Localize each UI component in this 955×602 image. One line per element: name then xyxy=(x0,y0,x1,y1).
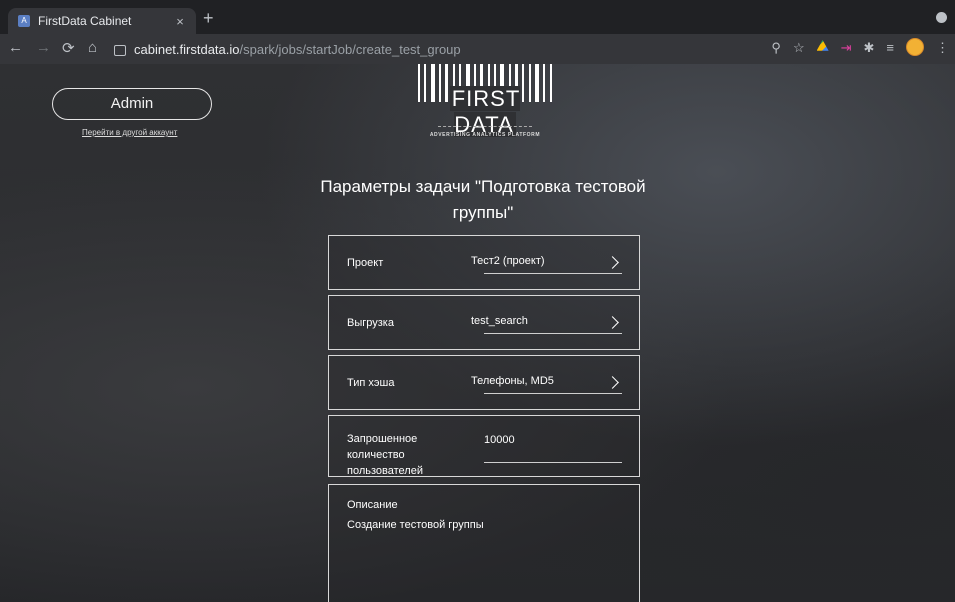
profile-avatar-icon[interactable] xyxy=(906,38,924,56)
description-label: Описание xyxy=(347,499,398,511)
hash-type-select[interactable]: Тип хэша Телефоны, MD5 xyxy=(328,355,640,410)
logo-divider xyxy=(438,126,532,127)
field-underline xyxy=(484,462,622,463)
google-drive-extension-icon[interactable] xyxy=(816,40,829,51)
requested-users-field: Запрошенное количество пользователей 100… xyxy=(328,415,640,477)
back-icon[interactable]: ← xyxy=(8,39,23,56)
home-icon[interactable]: ⌂ xyxy=(88,39,97,56)
url-host: cabinet.firstdata.io xyxy=(134,41,240,57)
account-button[interactable]: Admin xyxy=(52,88,212,120)
field-label: Запрошенное количество пользователей xyxy=(347,433,423,477)
field-label: Тип хэша xyxy=(347,377,395,389)
field-value: Тест2 (проект) xyxy=(471,255,545,267)
address-bar[interactable]: cabinet.firstdata.io /spark/jobs/startJo… xyxy=(108,37,808,61)
extension-arrow-icon[interactable]: ⇥ xyxy=(841,40,852,56)
description-field[interactable]: Описание Создание тестовой группы xyxy=(328,484,640,602)
extensions-puzzle-icon[interactable]: ✱ xyxy=(864,40,875,56)
logo-tagline: ADVERTISING ANALYTICS PLATFORM xyxy=(429,132,541,138)
url-path: /spark/jobs/startJob/create_test_group xyxy=(239,41,461,57)
field-underline xyxy=(484,273,622,274)
firstdata-logo[interactable]: FIRST DATA ADVERTISING ANALYTICS PLATFOR… xyxy=(418,64,552,144)
field-underline xyxy=(484,393,622,394)
tab-title: FirstData Cabinet xyxy=(38,14,132,28)
export-select[interactable]: Выгрузка test_search xyxy=(328,295,640,350)
reading-list-icon[interactable]: ≡ xyxy=(886,40,894,56)
switch-account-link[interactable]: Перейти в другой аккаунт xyxy=(82,128,177,137)
requested-users-input[interactable]: 10000 xyxy=(484,434,515,446)
field-value: test_search xyxy=(471,315,528,327)
chevron-right-icon xyxy=(606,316,619,329)
chevron-right-icon xyxy=(606,256,619,269)
lock-icon xyxy=(114,44,126,56)
tab-close-button[interactable]: × xyxy=(172,14,188,29)
description-textarea[interactable]: Создание тестовой группы xyxy=(347,519,484,531)
toolbar-icons: ⚲ ☆ ⇥ ✱ ≡ ⋮ xyxy=(771,38,949,56)
field-underline xyxy=(484,333,622,334)
bookmark-star-icon[interactable]: ☆ xyxy=(793,40,805,56)
browser-tab-bar: A FirstData Cabinet × + xyxy=(0,0,955,34)
new-tab-button[interactable]: + xyxy=(203,8,214,29)
chevron-right-icon xyxy=(606,376,619,389)
favicon-icon: A xyxy=(18,15,30,27)
forward-icon[interactable]: → xyxy=(36,39,51,56)
tab-search-icon[interactable] xyxy=(936,12,947,23)
reload-icon[interactable]: ⟳ xyxy=(62,39,75,57)
field-label: Выгрузка xyxy=(347,317,394,329)
browser-tab[interactable]: A FirstData Cabinet × xyxy=(8,8,196,34)
zoom-icon[interactable]: ⚲ xyxy=(771,40,781,56)
project-select[interactable]: Проект Тест2 (проект) xyxy=(328,235,640,290)
page-content: Admin Перейти в другой аккаунт FIRST DAT… xyxy=(0,64,955,602)
field-value: Телефоны, MD5 xyxy=(471,375,554,387)
logo-text: FIRST DATA xyxy=(449,86,521,137)
browser-menu-icon[interactable]: ⋮ xyxy=(936,40,949,56)
field-label: Проект xyxy=(347,257,384,269)
form-title: Параметры задачи "Подготовка тестовой гр… xyxy=(320,177,646,222)
browser-toolbar: ← → ⟳ ⌂ cabinet.firstdata.io /spark/jobs… xyxy=(0,34,955,64)
